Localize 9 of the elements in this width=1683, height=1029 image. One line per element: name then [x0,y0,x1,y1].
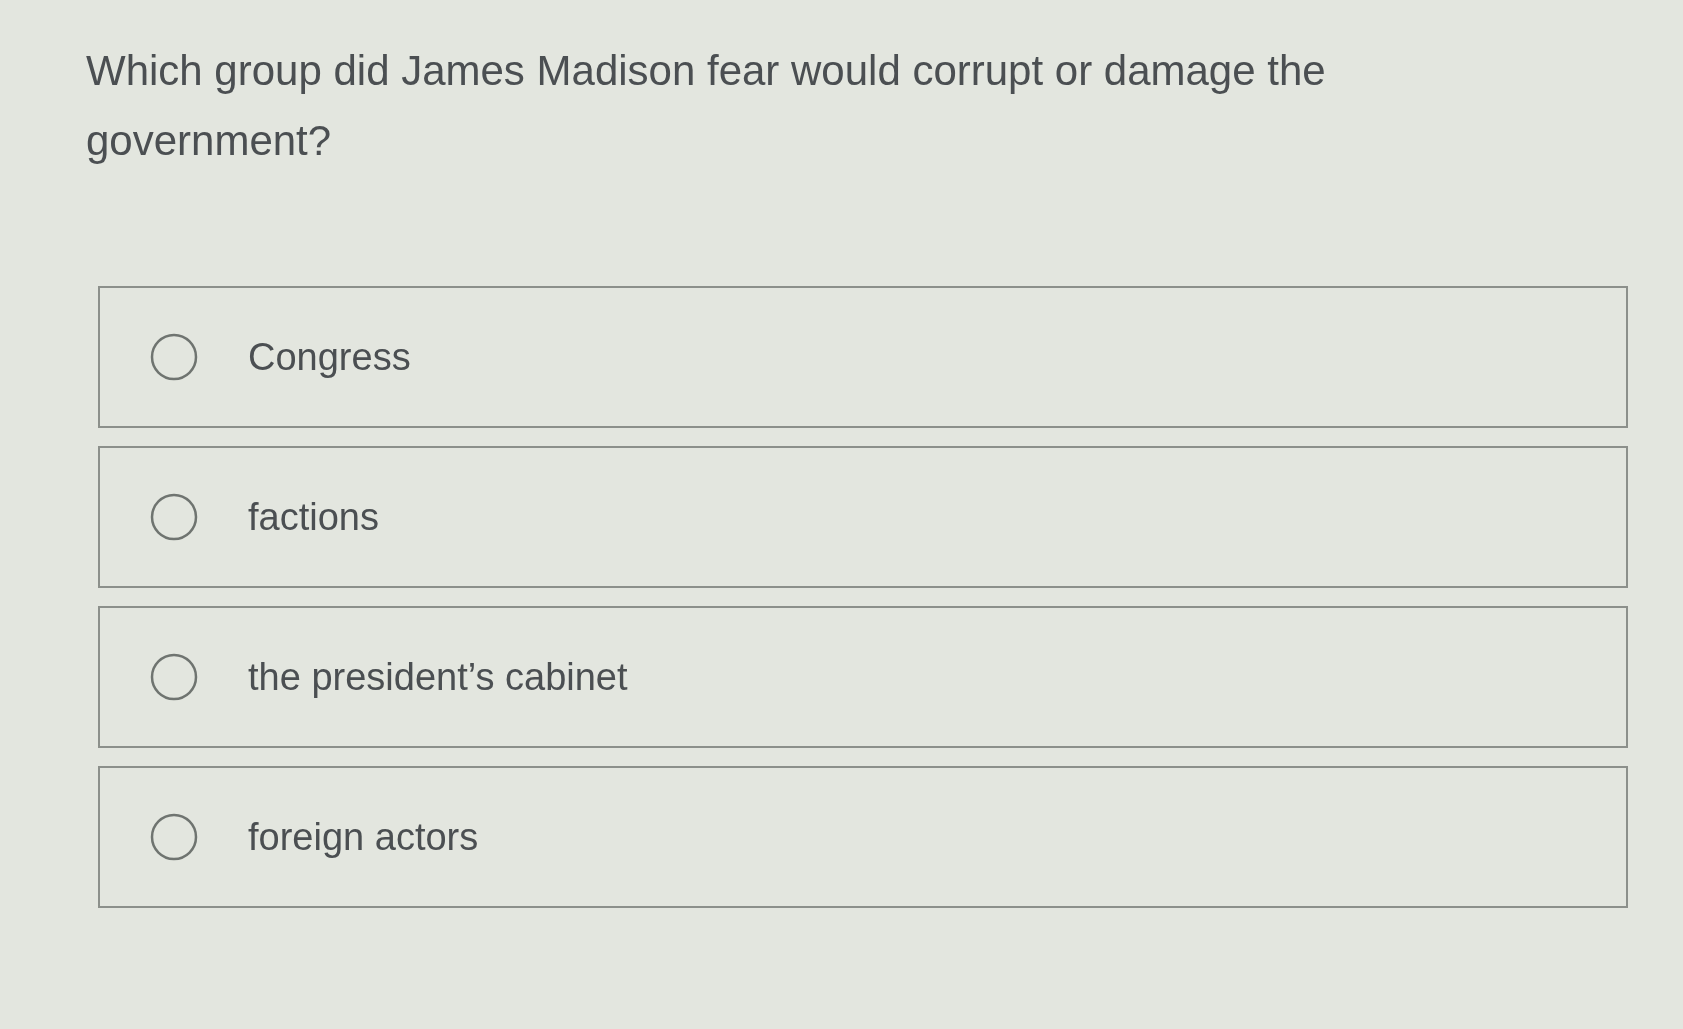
answer-option[interactable]: factions [98,446,1628,588]
radio-icon[interactable] [150,813,198,861]
radio-icon[interactable] [150,493,198,541]
answer-option[interactable]: foreign actors [98,766,1628,908]
answer-option[interactable]: Congress [98,286,1628,428]
radio-icon[interactable] [150,653,198,701]
radio-icon[interactable] [150,333,198,381]
question-text: Which group did James Madison fear would corrupt or damage the government? [86,46,1327,166]
answer-option[interactable]: the president’s cabinet [98,606,1628,748]
